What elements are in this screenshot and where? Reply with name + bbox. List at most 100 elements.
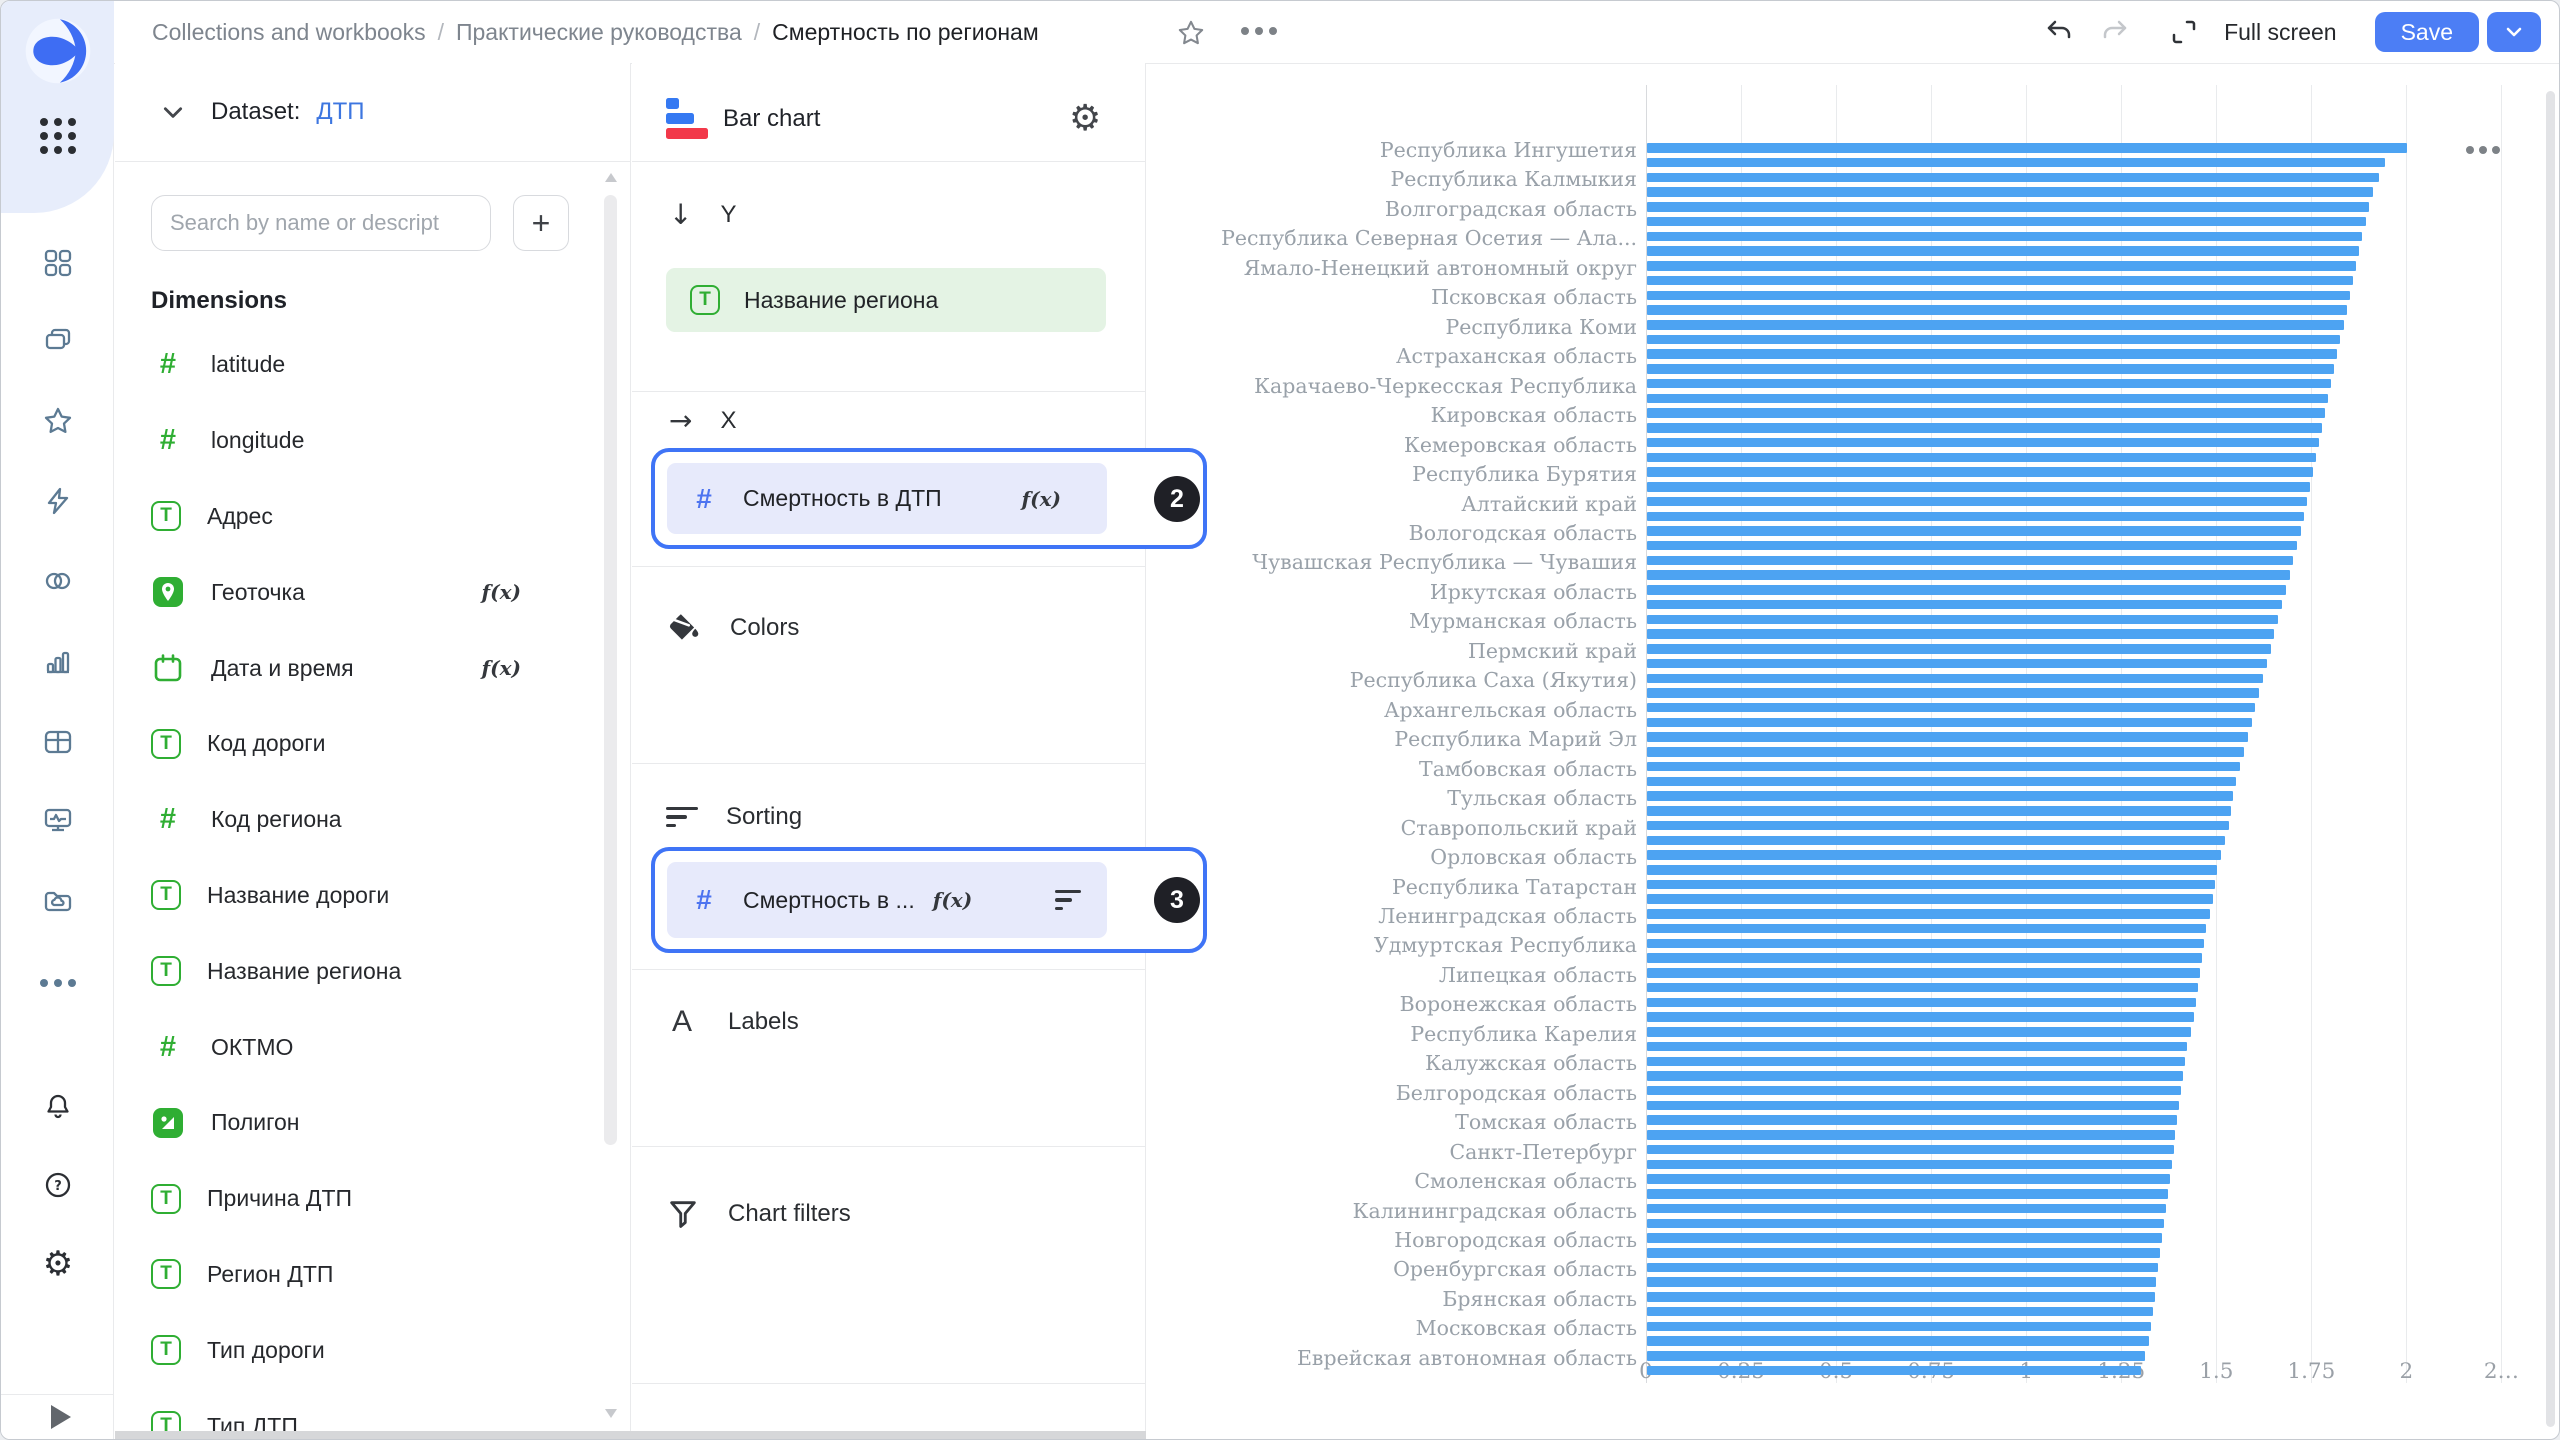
- dimension-item[interactable]: #Код региона: [151, 782, 521, 858]
- chart-scrollbar[interactable]: [2546, 91, 2555, 1427]
- bar[interactable]: [1647, 320, 2344, 330]
- bar[interactable]: [1647, 777, 2236, 787]
- bar[interactable]: [1647, 1322, 2151, 1332]
- scrollbar-up-arrow[interactable]: [605, 173, 617, 182]
- scrollbar-down-arrow[interactable]: [605, 1409, 617, 1418]
- sidebar-item-workbooks[interactable]: [42, 325, 74, 357]
- chart-settings-gear-icon[interactable]: ⚙: [1069, 101, 1101, 137]
- bar[interactable]: [1647, 379, 2331, 389]
- dataset-header[interactable]: Dataset: ДТП: [115, 63, 631, 161]
- bar[interactable]: [1647, 939, 2204, 949]
- bar[interactable]: [1647, 732, 2248, 742]
- bar[interactable]: [1647, 349, 2337, 359]
- bar[interactable]: [1647, 836, 2225, 846]
- fullscreen-icon[interactable]: [2170, 18, 2198, 46]
- dimension-item[interactable]: TТип дороги: [151, 1312, 521, 1388]
- bar[interactable]: [1647, 570, 2290, 580]
- bar[interactable]: [1647, 1115, 2177, 1125]
- sort-direction-icon[interactable]: [1055, 890, 1081, 911]
- x-field-chip[interactable]: # Смертность в ДТП f(x): [667, 463, 1107, 534]
- bar[interactable]: [1647, 747, 2244, 757]
- bar[interactable]: [1647, 1307, 2153, 1317]
- bar[interactable]: [1647, 173, 2379, 183]
- bar[interactable]: [1647, 615, 2278, 625]
- notifications-bell-icon[interactable]: [42, 1091, 74, 1123]
- bar[interactable]: [1647, 158, 2385, 168]
- bar[interactable]: [1647, 1277, 2156, 1287]
- sidebar-item-storage[interactable]: [42, 885, 74, 917]
- undo-icon[interactable]: [2044, 17, 2074, 47]
- search-input[interactable]: [151, 195, 491, 251]
- dimension-item[interactable]: TНазвание дороги: [151, 858, 521, 934]
- bar[interactable]: [1647, 526, 2301, 536]
- chart-menu-icon[interactable]: [2459, 137, 2507, 163]
- bar[interactable]: [1647, 762, 2240, 772]
- sidebar-item-favorites[interactable]: [42, 405, 74, 437]
- bar[interactable]: [1647, 202, 2369, 212]
- bar[interactable]: [1647, 1336, 2149, 1346]
- sidebar-item-connections[interactable]: [42, 485, 74, 517]
- bar[interactable]: [1647, 1248, 2160, 1258]
- dimension-item[interactable]: #longitude: [151, 403, 521, 479]
- bar[interactable]: [1647, 232, 2362, 242]
- bar[interactable]: [1647, 1042, 2187, 1052]
- bar[interactable]: [1647, 1012, 2194, 1022]
- favorite-star-icon[interactable]: [1177, 19, 1205, 47]
- bar[interactable]: [1647, 1160, 2172, 1170]
- bar[interactable]: [1647, 688, 2259, 698]
- bar[interactable]: [1647, 1366, 2141, 1376]
- dimension-item[interactable]: Дата и времяf(x): [151, 630, 521, 706]
- sidebar-item-collections[interactable]: [42, 247, 74, 279]
- bar[interactable]: [1647, 1145, 2174, 1155]
- bar[interactable]: [1647, 703, 2255, 713]
- bar[interactable]: [1647, 408, 2325, 418]
- bar[interactable]: [1647, 1292, 2155, 1302]
- bar[interactable]: [1647, 482, 2310, 492]
- bar[interactable]: [1647, 305, 2347, 315]
- bar[interactable]: [1647, 644, 2271, 654]
- bar[interactable]: [1647, 924, 2206, 934]
- bar[interactable]: [1647, 276, 2353, 286]
- breadcrumb-workbook[interactable]: Практические руководства: [456, 19, 742, 46]
- bar[interactable]: [1647, 453, 2316, 463]
- bar[interactable]: [1647, 983, 2198, 993]
- save-dropdown-button[interactable]: [2487, 12, 2541, 52]
- bar[interactable]: [1647, 821, 2229, 831]
- expand-panel-icon[interactable]: [51, 1405, 71, 1429]
- bar[interactable]: [1647, 998, 2196, 1008]
- bar[interactable]: [1647, 1219, 2164, 1229]
- bar[interactable]: [1647, 246, 2359, 256]
- dimension-item[interactable]: TНазвание региона: [151, 933, 521, 1009]
- chart-filters-section-header[interactable]: Chart filters: [666, 1197, 851, 1231]
- apps-grid-icon[interactable]: [42, 120, 74, 152]
- bar[interactable]: [1647, 909, 2210, 919]
- bar[interactable]: [1647, 1057, 2185, 1067]
- bar[interactable]: [1647, 600, 2282, 610]
- settings-gear-icon[interactable]: ⚙: [42, 1248, 74, 1280]
- bar[interactable]: [1647, 1027, 2191, 1037]
- breadcrumb-current-chart[interactable]: Смертность по регионам: [772, 19, 1039, 46]
- bar[interactable]: [1647, 438, 2319, 448]
- colors-section-header[interactable]: Colors: [664, 609, 799, 647]
- y-field-chip[interactable]: T Название региона: [666, 268, 1106, 332]
- fullscreen-label[interactable]: Full screen: [2224, 19, 2336, 46]
- add-field-button[interactable]: +: [513, 195, 569, 251]
- bar[interactable]: [1647, 291, 2350, 301]
- sidebar-item-editor[interactable]: [42, 726, 74, 758]
- bar[interactable]: [1647, 556, 2293, 566]
- sidebar-item-more[interactable]: [42, 967, 74, 999]
- bar[interactable]: [1647, 364, 2334, 374]
- bar[interactable]: [1647, 953, 2202, 963]
- dimension-item[interactable]: Полигон: [151, 1085, 521, 1161]
- labels-section-header[interactable]: A Labels: [664, 1005, 799, 1039]
- bar[interactable]: [1647, 865, 2217, 875]
- sidebar-item-dashboards[interactable]: [42, 805, 74, 837]
- bar[interactable]: [1647, 1263, 2158, 1273]
- dimension-item[interactable]: TАдрес: [151, 479, 521, 555]
- bar[interactable]: [1647, 806, 2231, 816]
- bar[interactable]: [1647, 585, 2286, 595]
- dimension-item[interactable]: TПричина ДТП: [151, 1161, 521, 1237]
- bar[interactable]: [1647, 1189, 2168, 1199]
- redo-icon[interactable]: [2100, 17, 2130, 47]
- help-icon[interactable]: ?: [42, 1169, 74, 1201]
